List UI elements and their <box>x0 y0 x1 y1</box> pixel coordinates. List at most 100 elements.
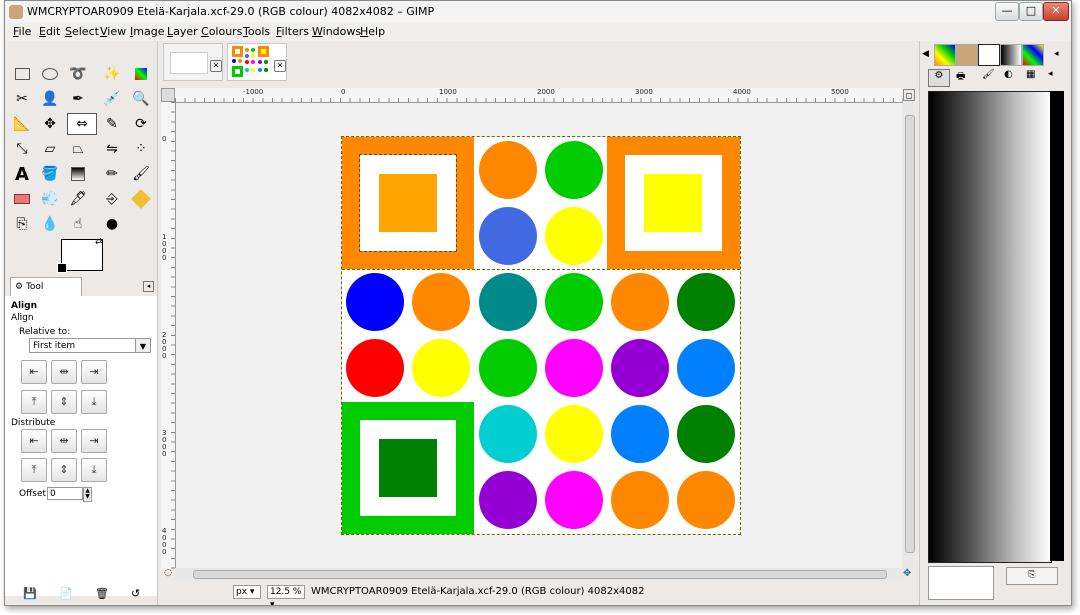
select-by-color-tool[interactable] <box>130 63 152 85</box>
patterns-tab[interactable] <box>956 44 978 66</box>
align-top-button[interactable]: ⤒ <box>21 390 47 414</box>
tab-menu-icon[interactable]: ◂ <box>143 281 154 292</box>
measure-tool[interactable]: 📐 <box>11 113 33 135</box>
airbrush-tool[interactable]: 💨 <box>39 188 61 210</box>
align-left-button[interactable]: ⇤ <box>21 360 47 384</box>
image-canvas[interactable] <box>341 136 741 535</box>
blend-tool[interactable] <box>67 163 89 185</box>
menu-windows[interactable]: Windows <box>312 25 361 38</box>
color-picker-tool[interactable]: 💉 <box>101 88 123 110</box>
image-tab-1[interactable]: ✕ <box>163 43 223 81</box>
menu-tools[interactable]: Tools <box>243 25 270 38</box>
edit-button[interactable]: ⎘ <box>1006 567 1058 585</box>
close-icon[interactable]: ✕ <box>210 60 222 72</box>
image-tab-2[interactable]: ✕ <box>227 43 287 81</box>
close-icon[interactable]: ✕ <box>274 60 286 72</box>
rotate-tool[interactable]: ⟳ <box>130 113 152 135</box>
cage-transform-tool[interactable]: ⁘ <box>130 138 152 160</box>
distribute-center-button[interactable]: ⇹ <box>51 429 77 453</box>
maximize-button[interactable]: □ <box>1019 2 1043 21</box>
shear-tool[interactable]: ▱ <box>39 138 61 160</box>
fonts-icon[interactable]: ▦ <box>1026 69 1035 80</box>
menu-help[interactable]: Help <box>360 25 385 38</box>
menu-select[interactable]: Select <box>65 25 99 38</box>
horizontal-ruler[interactable]: -1000 0 1000 2000 3000 4000 5000 <box>175 88 903 103</box>
distribute-bottom-button[interactable]: ⤓ <box>81 458 107 482</box>
perspective-clone-tool[interactable]: ⎘ <box>11 213 33 235</box>
text-tool[interactable]: A <box>11 163 33 185</box>
align-middle-button[interactable]: ⇕ <box>51 390 77 414</box>
horizontal-scrollbar[interactable] <box>175 568 903 580</box>
gradient-preview[interactable] <box>928 91 1052 563</box>
canvas-area[interactable] <box>176 103 902 568</box>
eraser-tool[interactable] <box>11 188 33 210</box>
smudge-tool[interactable]: ☝ <box>67 213 89 235</box>
menu-image[interactable]: Image <box>130 25 164 38</box>
blur-tool[interactable]: 💧 <box>39 213 61 235</box>
color-icon[interactable]: ◐ <box>1004 69 1013 80</box>
crop-tool[interactable]: ✎ <box>101 113 123 135</box>
lasso-tool[interactable]: ➰ <box>67 63 89 85</box>
vertical-scrollbar[interactable] <box>903 103 915 568</box>
move-tool[interactable]: ✥ <box>39 113 61 135</box>
distribute-middle-button[interactable]: ⇕ <box>51 458 77 482</box>
reset-options-icon[interactable]: ↺ <box>131 587 140 600</box>
minimize-button[interactable]: — <box>995 2 1019 21</box>
dock-menu-icon[interactable]: ◂ <box>1054 49 1059 59</box>
quick-mask-icon[interactable]: ◌ <box>161 568 175 580</box>
clone-tool[interactable]: ⎆ <box>101 188 123 210</box>
menu-view[interactable]: View <box>100 25 126 38</box>
zoom-to-fit-icon[interactable]: ◻ <box>903 89 915 101</box>
dock-scroll-left-icon[interactable]: ◀ <box>922 49 929 59</box>
flip-tool[interactable]: ⇋ <box>101 138 123 160</box>
navigate-icon[interactable]: ✥ <box>903 568 915 580</box>
dodge-burn-tool[interactable]: ● <box>101 213 123 235</box>
rect-select-tool[interactable] <box>11 63 33 85</box>
distribute-top-button[interactable]: ⤒ <box>21 458 47 482</box>
gradients-tab[interactable] <box>1000 44 1022 66</box>
scissors-tool[interactable]: ✂ <box>11 88 33 110</box>
menu-file[interactable]: File <box>13 25 31 38</box>
scale-tool[interactable]: ⤡ <box>11 138 33 160</box>
save-options-icon[interactable]: 💾 <box>23 587 37 600</box>
menu-layer[interactable]: Layer <box>167 25 198 38</box>
scroll-thumb[interactable] <box>193 570 887 579</box>
close-button[interactable]: ✕ <box>1043 2 1069 21</box>
align-bottom-button[interactable]: ⤓ <box>81 390 107 414</box>
relative-to-select[interactable]: First item ▼ <box>29 338 151 353</box>
align-tool[interactable]: ⇔ <box>67 113 97 135</box>
foreground-select-tool[interactable]: 👤 <box>39 88 61 110</box>
pencil-tool[interactable]: ✏ <box>101 163 123 185</box>
offset-spinner[interactable]: ▲ ▼ <box>83 487 92 502</box>
vertical-ruler[interactable]: 0 1000 2000 3000 4000 <box>161 102 176 569</box>
bucket-fill-tool[interactable]: 🪣 <box>39 163 61 185</box>
delete-options-icon[interactable]: 🗑 <box>95 587 109 600</box>
perspective-tool[interactable]: ⏢ <box>67 138 89 160</box>
palette-tab[interactable] <box>934 44 956 66</box>
paintbrush-tool[interactable]: 🖌 <box>130 163 152 185</box>
align-right-button[interactable]: ⇥ <box>81 360 107 384</box>
ellipse-select-tool[interactable] <box>39 63 61 85</box>
menu-filters[interactable]: Filters <box>276 25 309 38</box>
align-center-button[interactable]: ⇹ <box>51 360 77 384</box>
zoom-select[interactable]: 12.5 % ▾ <box>267 585 305 605</box>
paths-tool[interactable]: ✒ <box>67 88 89 110</box>
scroll-thumb[interactable] <box>905 115 915 553</box>
heal-tool[interactable] <box>130 188 152 210</box>
menu-edit[interactable]: Edit <box>39 25 60 38</box>
fuzzy-select-tool[interactable]: ✨ <box>101 63 123 85</box>
brushes-tab[interactable] <box>978 44 1000 66</box>
unit-select[interactable]: px ▾ <box>233 585 261 599</box>
zoom-tool[interactable]: 🔍 <box>130 88 152 110</box>
distribute-left-button[interactable]: ⇤ <box>21 429 47 453</box>
default-colors-icon[interactable] <box>57 263 67 273</box>
swap-colors-icon[interactable]: ⇄ <box>95 237 103 247</box>
dock-menu-icon[interactable]: ◂ <box>1048 69 1053 79</box>
restore-options-icon[interactable]: 📄 <box>59 587 73 600</box>
tool-options-tab[interactable]: ⚙ Tool Options <box>10 277 82 310</box>
device-icon[interactable]: 🖶 <box>956 69 965 86</box>
offset-input[interactable]: 0 <box>47 487 83 500</box>
distribute-right-button[interactable]: ⇥ <box>81 429 107 453</box>
brush-icon[interactable]: 🖌 <box>982 69 995 80</box>
ink-tool[interactable]: 🖋 <box>67 188 89 210</box>
